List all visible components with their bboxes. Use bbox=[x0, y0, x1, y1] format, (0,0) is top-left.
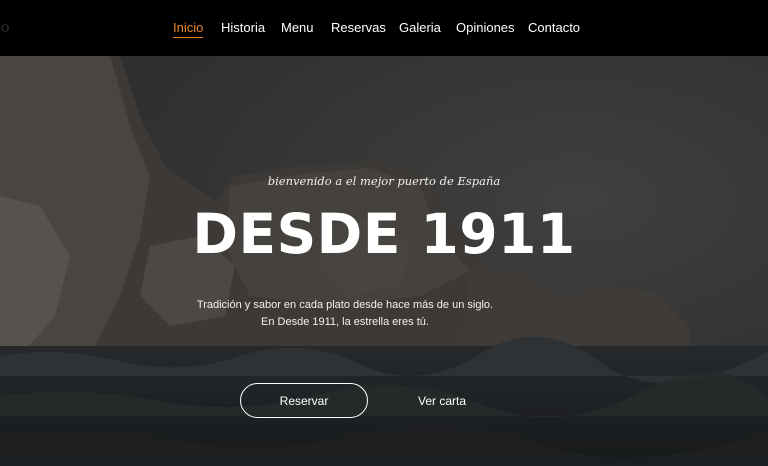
top-navigation-bar: jo Inicio Historia Menu Reservas Galeria… bbox=[0, 0, 768, 56]
hero-headline: DESDE 1911 bbox=[192, 202, 576, 266]
nav-item-inicio[interactable]: Inicio bbox=[173, 20, 204, 38]
hero-section: bienvenido a el mejor puerto de España D… bbox=[0, 56, 768, 466]
nav-item-opiniones[interactable]: Opiniones bbox=[456, 20, 515, 35]
reservar-button[interactable]: Reservar bbox=[240, 383, 368, 418]
nav-item-historia[interactable]: Historia bbox=[221, 20, 265, 35]
hero-description-line-1: Tradición y sabor en cada plato desde ha… bbox=[196, 299, 494, 311]
ver-carta-link[interactable]: Ver carta bbox=[396, 383, 488, 418]
main-nav: Inicio Historia Menu Reservas Galeria Op… bbox=[0, 0, 768, 56]
hero-description: Tradición y sabor en cada plato desde ha… bbox=[195, 297, 495, 331]
hero-description-line-2: En Desde 1911, la estrella eres tú. bbox=[261, 316, 429, 328]
nav-item-reservas[interactable]: Reservas bbox=[331, 20, 386, 35]
nav-item-contacto[interactable]: Contacto bbox=[528, 20, 580, 35]
hero-kicker: bienvenido a el mejor puerto de España bbox=[267, 174, 501, 188]
nav-item-galeria[interactable]: Galeria bbox=[399, 20, 441, 35]
nav-item-menu[interactable]: Menu bbox=[281, 20, 314, 35]
